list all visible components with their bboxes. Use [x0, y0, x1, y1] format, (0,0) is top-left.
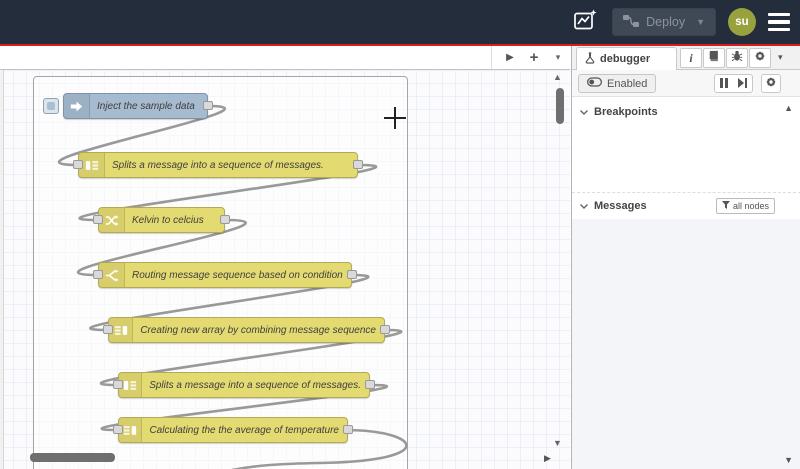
step-button[interactable]: [733, 74, 753, 93]
node-label: Calculating the the average of temperatu…: [149, 424, 339, 436]
help-tab-button[interactable]: [703, 48, 725, 68]
flow-node-split[interactable]: Splits a message into a sequence of mess…: [73, 152, 363, 178]
gear-icon: [754, 49, 766, 67]
sidebar-menu-caret-icon[interactable]: ▾: [778, 52, 783, 63]
canvas-scroll-right-button[interactable]: ▶: [544, 453, 551, 464]
tab-label: debugger: [600, 53, 651, 65]
canvas-horizontal-scrollbar-thumb[interactable]: [30, 453, 115, 462]
node-label: Routing message sequence based on condit…: [132, 269, 343, 281]
info-icon: i: [689, 50, 693, 65]
flow-node-join[interactable]: Calculating the the average of temperatu…: [113, 417, 353, 443]
canvas-vertical-scrollbar-thumb[interactable]: [556, 88, 564, 124]
node-output-port[interactable]: [353, 160, 363, 169]
canvas-scroll-up-button[interactable]: ▲: [553, 72, 562, 82]
sidebar-scroll-up-button[interactable]: ▲: [784, 103, 793, 113]
section-title: Breakpoints: [594, 106, 658, 118]
scroll-tabs-right-button[interactable]: ▶: [502, 52, 518, 63]
inject-icon: [64, 94, 90, 118]
flow-node-change[interactable]: Kelvin to celcius: [93, 207, 230, 233]
debugger-enable-toggle[interactable]: Enabled: [578, 74, 657, 93]
sidebar-tab-bar: debugger i ▾: [572, 46, 800, 70]
pause-button[interactable]: [714, 74, 734, 93]
workspace-tab-controls: ▶ + ▾: [491, 46, 566, 69]
main-menu-button[interactable]: [768, 13, 790, 31]
debugger-toolbar: Enabled: [572, 70, 800, 97]
chart-sparkle-icon: [573, 9, 597, 36]
flow-list-button[interactable]: ▾: [550, 52, 566, 63]
debug-tab-button[interactable]: [726, 48, 748, 68]
bug-icon: [731, 49, 743, 67]
add-flow-button[interactable]: +: [526, 49, 542, 66]
right-sidebar: debugger i ▾ Enabled Breakpoints ▲ Messa…: [571, 46, 800, 469]
deploy-button[interactable]: Deploy ▼: [612, 8, 716, 36]
node-output-port[interactable]: [380, 325, 390, 334]
pause-icon: [720, 75, 728, 93]
node-output-port[interactable]: [220, 215, 230, 224]
tab-debugger[interactable]: debugger: [576, 47, 677, 70]
node-input-port[interactable]: [93, 270, 103, 279]
node-output-port[interactable]: [203, 101, 213, 110]
flow-node-switch[interactable]: Routing message sequence based on condit…: [93, 262, 357, 288]
node-input-port[interactable]: [93, 215, 103, 224]
ai-assistant-button[interactable]: [570, 7, 600, 37]
funnel-icon: [721, 201, 730, 211]
user-avatar[interactable]: su: [728, 8, 756, 36]
chevron-down-icon: [580, 200, 588, 212]
section-title: Messages: [594, 199, 647, 212]
node-input-port[interactable]: [113, 425, 123, 434]
avatar-initials: su: [735, 16, 749, 28]
flask-icon: [585, 51, 595, 67]
node-input-port[interactable]: [73, 160, 83, 169]
enabled-label: Enabled: [607, 77, 648, 90]
node-output-port[interactable]: [365, 380, 375, 389]
node-label: Inject the sample data: [97, 100, 195, 112]
messages-list: ▼: [572, 219, 800, 469]
debugger-settings-button[interactable]: [761, 74, 781, 93]
settings-tab-button[interactable]: [749, 48, 771, 68]
gear-icon: [765, 75, 777, 93]
canvas-scroll-down-button[interactable]: ▼: [553, 438, 562, 448]
flow-node-join[interactable]: Creating new array by combining message …: [103, 317, 390, 343]
node-label: Creating new array by combining message …: [140, 324, 376, 336]
flow-node-split[interactable]: Splits a message into a sequence of mess…: [113, 372, 375, 398]
app-header: Deploy ▼ su: [0, 0, 800, 44]
node-input-port[interactable]: [113, 380, 123, 389]
book-icon: [708, 49, 720, 67]
filter-label: all nodes: [732, 201, 769, 211]
deploy-label: Deploy: [646, 15, 686, 29]
header-actions: Deploy ▼ su: [570, 0, 790, 44]
node-output-port[interactable]: [347, 270, 357, 279]
message-filter-button[interactable]: all nodes: [715, 198, 775, 214]
inject-trigger-button[interactable]: [43, 98, 59, 114]
workspace-tab-bar: ▶ + ▾: [0, 46, 570, 70]
debugger-panel: Breakpoints ▲ Messages all nodes ▼: [572, 97, 800, 469]
step-forward-icon: [738, 75, 747, 93]
sidebar-scroll-down-button[interactable]: ▼: [784, 455, 793, 465]
breakpoints-section-header[interactable]: Breakpoints: [572, 100, 800, 124]
node-output-port[interactable]: [343, 425, 353, 434]
hamburger-icon: [768, 13, 790, 17]
deploy-nodes-icon: [623, 14, 640, 31]
flow-node-inject[interactable]: Inject the sample data: [43, 93, 213, 119]
toggle-icon: [587, 77, 602, 90]
info-tab-button[interactable]: i: [680, 48, 702, 68]
deploy-menu-caret-icon[interactable]: ▼: [696, 17, 705, 27]
flow-canvas[interactable]: Inject the sample data Splits a message …: [0, 70, 570, 469]
chevron-down-icon: [580, 106, 588, 118]
node-input-port[interactable]: [103, 325, 113, 334]
node-label: Kelvin to celcius: [132, 214, 204, 226]
node-label: Splits a message into a sequence of mess…: [112, 159, 324, 171]
node-label: Splits a message into a sequence of mess…: [149, 379, 361, 391]
